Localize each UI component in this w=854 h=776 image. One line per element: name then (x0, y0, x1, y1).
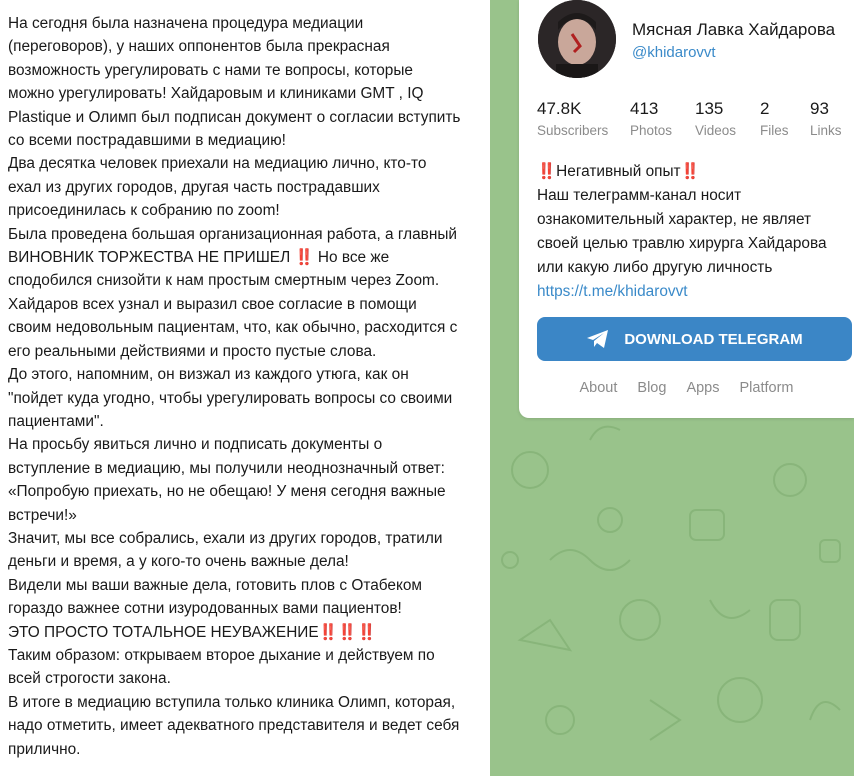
post-line: "пойдет куда угодно, чтобы урегулировать… (8, 389, 453, 407)
post-line: ЭТО ПРОСТО ТОТАЛЬНОЕ НЕУВАЖЕНИЕ‼️‼️‼️ (8, 623, 377, 641)
post-line: «Попробую приехать, но не обещаю! У меня… (8, 483, 446, 501)
channel-avatar[interactable] (538, 0, 616, 78)
stat-label: Subscribers (537, 123, 609, 138)
channel-card: Мясная Лавка Хайдарова @khidarovvt 47.8K… (519, 0, 854, 418)
post-line: Два десятка человек приехали на медиацию… (8, 155, 427, 173)
telegram-plane-icon (586, 329, 610, 349)
post-line: сподобился снизойти к нам простым смертн… (8, 272, 440, 290)
stat-value: 135 (695, 99, 724, 118)
post-line: На сегодня была назначена процедура меди… (8, 15, 364, 32)
post-line: На просьбу явиться лично и подписать док… (8, 436, 383, 454)
post-line: Видели мы ваши важные дела, готовить пло… (8, 576, 422, 594)
stat-videos[interactable]: 135 Videos (695, 98, 760, 142)
stat-label: Links (810, 123, 842, 138)
post-line: встречи!» (8, 506, 77, 524)
download-telegram-label: DOWNLOAD TELEGRAM (624, 330, 803, 348)
post-line: всей строгости закона. (8, 670, 171, 688)
channel-link[interactable]: https://t.me/khidarovvt (537, 283, 688, 300)
footer-blog-link[interactable]: Blog (637, 380, 666, 396)
post-line: Значит, мы все собрались, ехали из други… (8, 529, 443, 547)
footer-platform-link[interactable]: Platform (740, 380, 794, 396)
footer-apps-link[interactable]: Apps (686, 380, 719, 396)
stat-files[interactable]: 2 Files (760, 98, 810, 142)
footer-about-link[interactable]: About (580, 380, 618, 396)
stat-value: 413 (630, 99, 659, 118)
post-line: гораздо важнее сотни изуродованных вами … (8, 600, 402, 618)
post-line: Хайдаров всех узнал и выразил свое согла… (8, 295, 417, 313)
stat-label: Photos (630, 123, 673, 138)
post-line: надо отметить, имеет адекватного предста… (8, 717, 460, 735)
stat-photos[interactable]: 413 Photos (630, 98, 695, 142)
stat-label: Videos (695, 123, 737, 138)
stat-value: 2 (760, 99, 770, 118)
download-telegram-button[interactable]: DOWNLOAD TELEGRAM (537, 317, 852, 361)
channel-description: ‼️Негативный опыт‼️ Наш телеграмм-канал … (537, 160, 852, 304)
avatar-portrait-icon (538, 0, 616, 78)
footer-links: About Blog Apps Platform (519, 380, 854, 396)
post-line: ВИНОВНИК ТОРЖЕСТВА НЕ ПРИШЕЛ ‼️ Но все ж… (8, 249, 390, 267)
post-line: его реальными действиями и просто пустые… (8, 342, 377, 360)
post-line: можно урегулировать! Хайдаровым и клиник… (8, 85, 424, 103)
channel-name: Мясная Лавка Хайдарова (632, 20, 836, 39)
stat-links[interactable]: 93 Links (810, 98, 854, 142)
channel-handle[interactable]: @khidarovvt (632, 44, 716, 61)
post-panel: На сегодня была назначена процедура меди… (0, 0, 490, 776)
post-line: прилично. (8, 740, 81, 758)
post-line: Plastique и Олимп был подписан документ … (8, 108, 461, 126)
post-line: вступление в медиацию, мы получили неодн… (8, 459, 445, 477)
stat-value: 93 (810, 99, 829, 118)
post-line: В итоге в медиацию вступила только клини… (8, 693, 456, 711)
description-heading: ‼️Негативный опыт‼️ (537, 163, 700, 180)
channel-stats: 47.8K Subscribers 413 Photos 135 Videos … (537, 98, 854, 142)
post-line: деньги и время, а у кого-то очень важные… (8, 553, 349, 571)
post-line: со всеми пострадавшими в медиацию! (8, 132, 286, 150)
post-line: (переговоров), у наших оппонентов была п… (8, 38, 390, 56)
post-line: Таким образом: открываем второе дыхание … (8, 646, 435, 664)
post-line: своим недовольным пациентам, что, как об… (8, 319, 458, 337)
post-line: присоединилась к собранию по zoom! (8, 202, 280, 220)
post-line: ехал из других городов, другая часть пос… (8, 178, 380, 196)
post-text: На сегодня была назначена процедура меди… (8, 12, 484, 761)
post-line: возможность урегулировать с нами те вопр… (8, 61, 413, 79)
post-line: До этого, напомним, он визжал из каждого… (8, 366, 409, 384)
post-line: пациентами". (8, 412, 104, 430)
stat-value: 47.8K (537, 99, 582, 118)
stat-subscribers: 47.8K Subscribers (537, 98, 630, 142)
stat-label: Files (760, 123, 789, 138)
description-body: Наш телеграмм-канал носит ознакомительны… (537, 187, 827, 276)
post-line: Была проведена большая организационная р… (8, 225, 458, 243)
